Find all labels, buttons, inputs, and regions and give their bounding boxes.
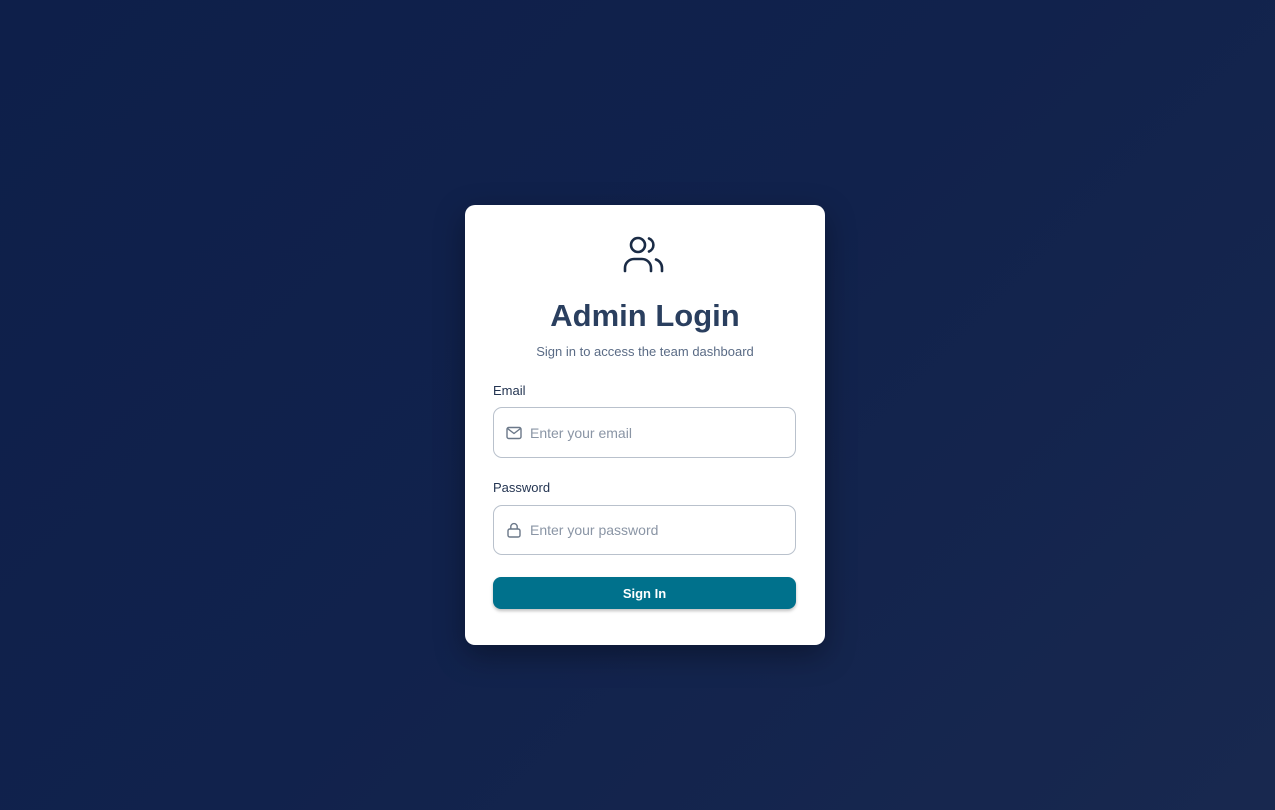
logo xyxy=(465,234,825,276)
page-title: Admin Login xyxy=(550,298,740,333)
password-label: Password xyxy=(493,480,551,495)
login-page: { "login": { "title": "Admin Login", "su… xyxy=(0,0,1275,810)
mail-icon xyxy=(506,425,522,441)
sign-in-button[interactable]: Sign In xyxy=(493,577,796,609)
users-icon xyxy=(623,236,664,273)
email-input[interactable] xyxy=(530,424,770,441)
password-input[interactable] xyxy=(530,522,770,538)
login-card: Admin Login Sign in to access the team d… xyxy=(465,205,825,645)
password-field[interactable] xyxy=(493,505,796,555)
page-subtitle: Sign in to access the team dashboard xyxy=(536,344,754,359)
email-label: Email xyxy=(493,383,526,398)
lock-icon xyxy=(506,522,522,538)
email-field[interactable] xyxy=(493,407,796,458)
